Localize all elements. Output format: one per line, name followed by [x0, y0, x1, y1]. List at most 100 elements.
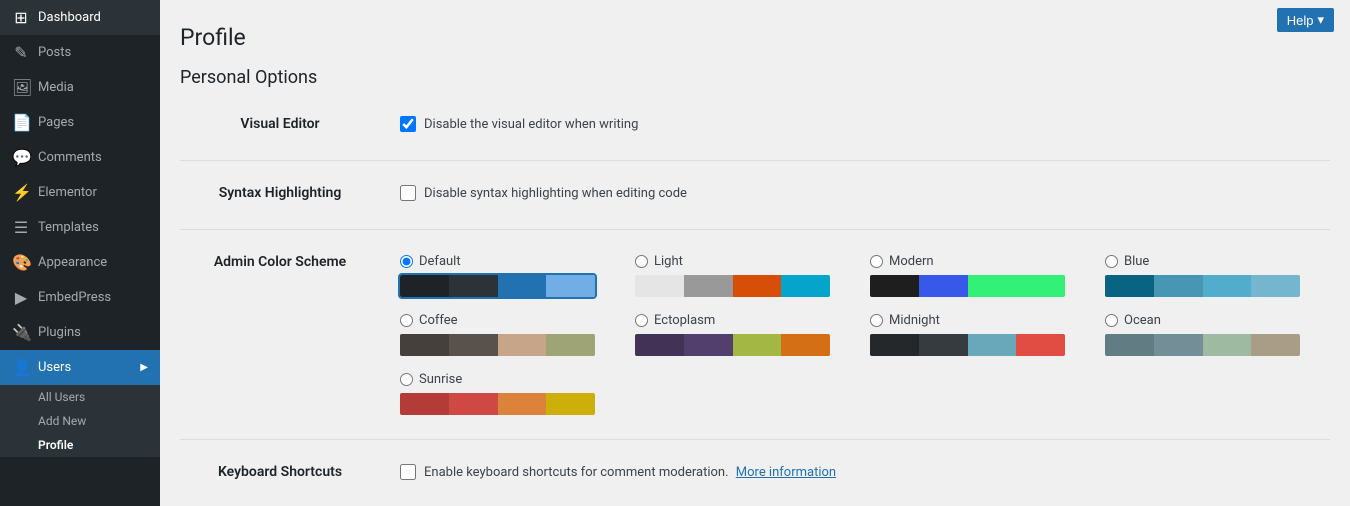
color-scheme-sunrise[interactable]: Sunrise: [400, 372, 615, 415]
sidebar-sub-add-new[interactable]: Add New: [0, 409, 160, 433]
color-scheme-label-sunrise[interactable]: Sunrise: [400, 372, 615, 387]
color-scheme-midnight[interactable]: Midnight: [870, 313, 1085, 356]
color-swatch-ectoplasm-1: [684, 334, 733, 356]
help-chevron: ▾: [1317, 12, 1324, 28]
color-scheme-ocean[interactable]: Ocean: [1105, 313, 1320, 356]
color-swatch-blue-1: [1154, 275, 1203, 297]
color-scheme-default[interactable]: Default: [400, 254, 615, 297]
sidebar-item-label: Comments: [38, 150, 102, 165]
color-scheme-radio-sunrise[interactable]: [400, 373, 413, 386]
appearance-icon: 🎨: [12, 253, 30, 272]
color-scheme-label-default[interactable]: Default: [400, 254, 615, 269]
color-swatch-coffee-3: [546, 334, 595, 356]
sidebar-item-users[interactable]: 👤 Users ▶: [0, 350, 160, 385]
color-swatch-blue-3: [1251, 275, 1300, 297]
personal-options-table: Visual Editor Disable the visual editor …: [180, 104, 1330, 496]
syntax-highlighting-checkbox-label[interactable]: Disable syntax highlighting when editing…: [424, 186, 687, 201]
color-scheme-ectoplasm[interactable]: Ectoplasm: [635, 313, 850, 356]
main-content: Help ▾ Profile Personal Options Visual E…: [160, 0, 1350, 506]
color-scheme-light[interactable]: Light: [635, 254, 850, 297]
color-swatch-ectoplasm-3: [781, 334, 830, 356]
syntax-highlighting-checkbox[interactable]: [400, 185, 416, 201]
color-swatch-light-0: [635, 275, 684, 297]
sidebar-item-pages[interactable]: 📄 Pages: [0, 105, 160, 140]
color-swatches-sunrise: [400, 393, 595, 415]
sidebar-item-comments[interactable]: 💬 Comments: [0, 140, 160, 175]
color-scheme-name-coffee: Coffee: [419, 313, 458, 328]
dashboard-icon: ⊞: [12, 8, 30, 27]
posts-icon: ✎: [12, 43, 30, 62]
color-swatch-coffee-0: [400, 334, 449, 356]
color-scheme-coffee[interactable]: Coffee: [400, 313, 615, 356]
color-scheme-radio-ocean[interactable]: [1105, 314, 1118, 327]
color-swatch-modern-2: [968, 275, 1017, 297]
color-swatches-default: [400, 275, 595, 297]
color-swatch-modern-1: [919, 275, 968, 297]
personal-options-title: Personal Options: [180, 67, 1330, 88]
help-button[interactable]: Help ▾: [1277, 8, 1334, 32]
color-swatch-sunrise-3: [546, 393, 595, 415]
color-scheme-blue[interactable]: Blue: [1105, 254, 1320, 297]
page-title: Profile: [180, 24, 1330, 51]
color-swatch-default-0: [400, 275, 449, 297]
color-scheme-label-modern[interactable]: Modern: [870, 254, 1085, 269]
color-swatch-sunrise-0: [400, 393, 449, 415]
admin-color-scheme-row: Admin Color Scheme DefaultLightModernBlu…: [180, 242, 1330, 427]
sidebar-item-label: EmbedPress: [38, 290, 111, 305]
keyboard-shortcuts-checkbox[interactable]: [400, 464, 416, 480]
color-swatch-light-3: [781, 275, 830, 297]
keyboard-shortcuts-checkbox-label[interactable]: Enable keyboard shortcuts for comment mo…: [424, 465, 836, 480]
sidebar-item-appearance[interactable]: 🎨 Appearance: [0, 245, 160, 280]
sidebar-item-label: Users: [38, 360, 71, 375]
sidebar-item-plugins[interactable]: 🔌 Plugins: [0, 315, 160, 350]
color-scheme-label-ocean[interactable]: Ocean: [1105, 313, 1320, 328]
color-scheme-radio-modern[interactable]: [870, 255, 883, 268]
color-scheme-label-blue[interactable]: Blue: [1105, 254, 1320, 269]
color-swatch-ocean-1: [1154, 334, 1203, 356]
color-swatches-blue: [1105, 275, 1300, 297]
color-swatch-midnight-0: [870, 334, 919, 356]
color-swatch-sunrise-2: [498, 393, 547, 415]
keyboard-shortcuts-label: Keyboard Shortcuts: [218, 464, 342, 480]
visual-editor-row: Visual Editor Disable the visual editor …: [180, 104, 1330, 148]
sidebar-sub-all-users[interactable]: All Users: [0, 385, 160, 409]
color-scheme-radio-coffee[interactable]: [400, 314, 413, 327]
color-swatch-default-1: [449, 275, 498, 297]
color-scheme-radio-midnight[interactable]: [870, 314, 883, 327]
syntax-highlighting-checkbox-row: Disable syntax highlighting when editing…: [400, 185, 1330, 201]
color-scheme-label-coffee[interactable]: Coffee: [400, 313, 615, 328]
sidebar-item-dashboard[interactable]: ⊞ Dashboard: [0, 0, 160, 35]
color-scheme-label-ectoplasm[interactable]: Ectoplasm: [635, 313, 850, 328]
color-swatch-default-3: [546, 275, 595, 297]
color-scheme-name-midnight: Midnight: [889, 313, 940, 328]
color-scheme-name-light: Light: [654, 254, 683, 269]
color-scheme-label-light[interactable]: Light: [635, 254, 850, 269]
more-information-link[interactable]: More information: [736, 465, 836, 480]
color-scheme-radio-light[interactable]: [635, 255, 648, 268]
comments-icon: 💬: [12, 148, 30, 167]
visual-editor-checkbox-label[interactable]: Disable the visual editor when writing: [424, 117, 638, 132]
syntax-highlighting-row: Syntax Highlighting Disable syntax highl…: [180, 173, 1330, 217]
color-scheme-name-sunrise: Sunrise: [419, 372, 462, 387]
color-scheme-name-blue: Blue: [1124, 254, 1149, 269]
templates-icon: ☰: [12, 218, 30, 237]
color-scheme-modern[interactable]: Modern: [870, 254, 1085, 297]
sidebar-item-posts[interactable]: ✎ Posts: [0, 35, 160, 70]
sidebar-item-embedpress[interactable]: ▶ EmbedPress: [0, 280, 160, 315]
sidebar-sub-profile[interactable]: Profile: [0, 433, 160, 457]
sidebar-item-media[interactable]: 🖼 Media: [0, 70, 160, 105]
media-icon: 🖼: [12, 78, 30, 97]
color-scheme-name-default: Default: [419, 254, 461, 269]
keyboard-shortcuts-row: Keyboard Shortcuts Enable keyboard short…: [180, 452, 1330, 496]
visual-editor-checkbox[interactable]: [400, 116, 416, 132]
embedpress-icon: ▶: [12, 288, 30, 307]
color-scheme-radio-ectoplasm[interactable]: [635, 314, 648, 327]
color-scheme-radio-default[interactable]: [400, 255, 413, 268]
color-swatch-blue-0: [1105, 275, 1154, 297]
sidebar-item-templates[interactable]: ☰ Templates: [0, 210, 160, 245]
color-scheme-radio-blue[interactable]: [1105, 255, 1118, 268]
color-swatch-coffee-2: [498, 334, 547, 356]
color-scheme-label-midnight[interactable]: Midnight: [870, 313, 1085, 328]
sidebar-item-elementor[interactable]: ⚡ Elementor: [0, 175, 160, 210]
elementor-icon: ⚡: [12, 183, 30, 202]
